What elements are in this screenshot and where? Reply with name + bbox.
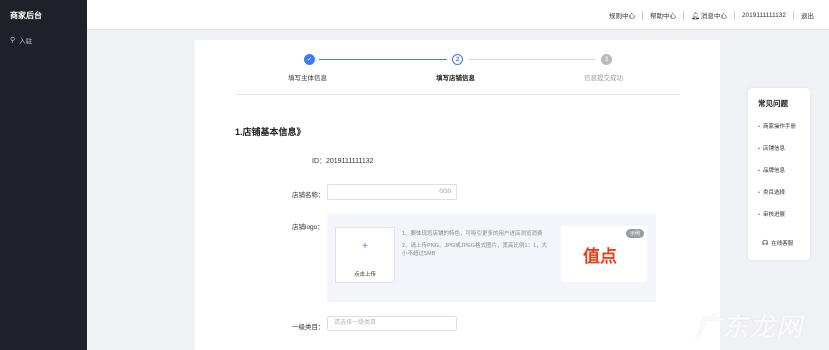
section-title: 1.店铺基本信息》	[235, 127, 306, 137]
id-value: 2019111111132	[326, 158, 374, 165]
top-links: 规则中心 帮助中心 🔔︎消息中心 2019111111132 退出	[602, 0, 821, 30]
upload-label: 点击上传	[353, 272, 376, 278]
headset-icon: ☊	[762, 240, 769, 247]
message-center-label: 消息中心	[700, 13, 727, 20]
faq-item[interactable]: • 审核进展	[758, 210, 785, 218]
bullet-icon: •	[758, 146, 760, 152]
rules-center-link[interactable]: 规则中心	[602, 10, 642, 20]
shop-name-input[interactable]: 0/30	[327, 184, 457, 200]
bell-icon: 🔔︎	[691, 13, 700, 20]
id-label: ID：	[312, 158, 326, 165]
tip-line: 2、请上传PNG、JPG或JPEG格式图片，宽高比例1：1，大小不超过5MB	[402, 243, 548, 257]
step-2-label: 填写店铺信息	[436, 75, 475, 82]
char-counter: 0/30	[439, 189, 451, 195]
logo-upload-panel: + 点击上传 1、要体现您店铺的特色，可吸引更多的用户进店浏览消费 2、请上传P…	[327, 214, 656, 302]
faq-title: 常见问题	[758, 99, 788, 108]
upload-tips: 1、要体现您店铺的特色，可吸引更多的用户进店浏览消费 2、请上传PNG、JPG或…	[402, 230, 550, 262]
logout-link[interactable]: 退出	[794, 10, 821, 20]
example-logo: 示例 值点	[561, 226, 647, 282]
example-logo-image: 值点	[583, 247, 617, 266]
faq-item[interactable]: • 类目选择	[758, 188, 785, 196]
step-2-indicator: 2	[452, 54, 463, 65]
upload-button[interactable]: + 点击上传	[335, 227, 395, 283]
sidebar-item-label: 入驻	[19, 38, 33, 45]
bullet-icon: •	[758, 190, 760, 196]
bullet-icon: •	[758, 212, 760, 218]
faq-item-label: 商家操作手册	[762, 124, 796, 130]
category-select[interactable]: 请选择一级类目	[327, 316, 457, 331]
shop-id: ID：2019111111132	[312, 156, 374, 166]
form-card: ✓ 2 3 填写主体信息 填写店铺信息 信息提交成功 1.店铺基本信息》 ID：…	[195, 40, 720, 350]
category-label: 一级类目：	[292, 324, 325, 331]
step-connector	[468, 59, 596, 60]
faq-item[interactable]: • 品牌信息	[758, 166, 785, 174]
top-bar: 规则中心 帮助中心 🔔︎消息中心 2019111111132 退出	[87, 0, 829, 30]
plus-icon: +	[362, 241, 368, 252]
user-account[interactable]: 2019111111132	[735, 12, 793, 19]
watermark: 广东龙网	[695, 312, 804, 342]
example-badge: 示例	[625, 229, 644, 238]
sidebar: 商家后台 ⚲ 入驻	[0, 0, 87, 350]
step-3-label: 信息提交成功	[584, 75, 623, 82]
faq-panel: 常见问题 • 商家操作手册 • 店铺信息 • 品牌信息 • 类目选择 • 审核进展 ☊ 在…	[748, 88, 810, 260]
shop-name-label: 店铺名称：	[292, 192, 325, 199]
faq-item[interactable]: • 店铺信息	[758, 144, 785, 152]
shop-logo-label: 店铺logo：	[292, 224, 324, 231]
progress-steps: ✓ 2 3 填写主体信息 填写店铺信息 信息提交成功	[195, 54, 720, 84]
step-1-label: 填写主体信息	[288, 75, 327, 82]
step-1-check-icon: ✓	[304, 54, 315, 65]
faq-item-label: 类目选择	[762, 190, 785, 196]
bullet-icon: •	[758, 168, 760, 174]
help-center-link[interactable]: 帮助中心	[643, 10, 683, 20]
faq-item-label: 审核进展	[762, 212, 785, 218]
message-center-link[interactable]: 🔔︎消息中心	[684, 10, 734, 20]
brand-title: 商家后台	[10, 11, 42, 20]
bullet-icon: •	[758, 124, 760, 130]
sidebar-item-onboarding[interactable]: ⚲ 入驻	[10, 35, 32, 45]
step-3-indicator: 3	[601, 54, 612, 65]
tip-line: 1、要体现您店铺的特色，可吸引更多的用户进店浏览消费	[402, 231, 543, 237]
key-icon: ⚲	[10, 37, 16, 44]
faq-item-label: 品牌信息	[762, 168, 785, 174]
step-connector	[319, 59, 447, 60]
faq-item[interactable]: • 商家操作手册	[758, 122, 796, 130]
online-service-label: 在线客服	[771, 241, 794, 247]
faq-item-label: 店铺信息	[762, 146, 785, 152]
online-service-button[interactable]: ☊ 在线客服	[762, 239, 793, 247]
divider	[235, 94, 680, 95]
